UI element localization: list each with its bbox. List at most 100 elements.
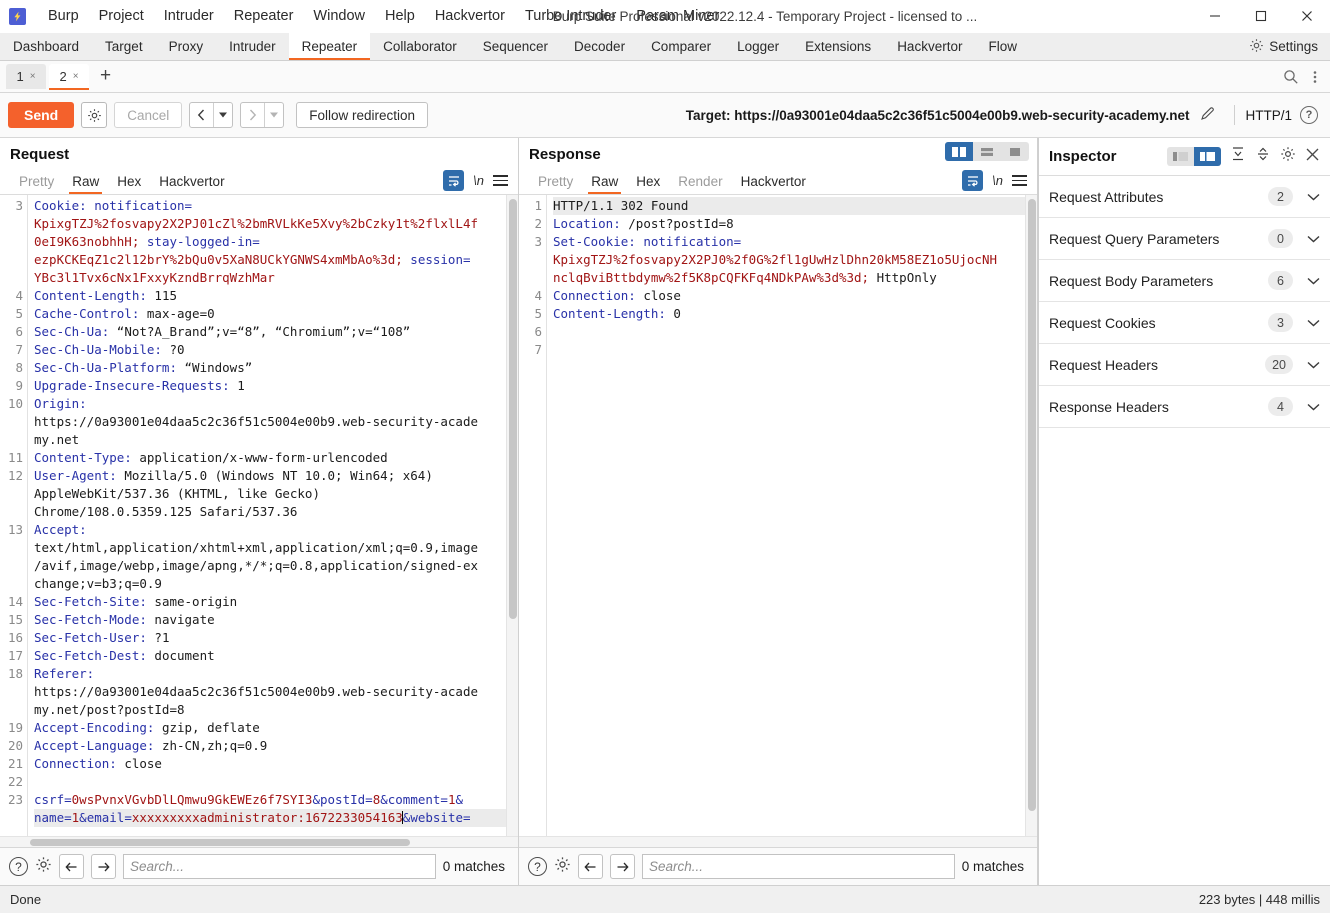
send-options-gear-icon[interactable] <box>81 102 108 128</box>
code-line[interactable]: my.net/post?postId=8 <box>34 701 512 719</box>
code-line[interactable]: AppleWebKit/537.36 (KHTML, like Gecko) <box>34 485 512 503</box>
search-prev-button[interactable] <box>59 854 84 879</box>
maximize-button[interactable] <box>1238 0 1284 33</box>
tab-target[interactable]: Target <box>92 33 156 60</box>
inspector-left-layout-icon[interactable] <box>1167 147 1194 166</box>
gear-icon[interactable] <box>1280 146 1296 167</box>
code-line[interactable]: csrf=0wsPvnxVGvbDlLQmwu9GkEWEz6f7SYI3&po… <box>34 791 512 809</box>
code-line[interactable]: Cache-Control: max-age=0 <box>34 305 512 323</box>
kebab-menu-icon[interactable] <box>1306 69 1324 85</box>
code-line[interactable]: https://0a93001e04daa5c2c36f51c5004e00b9… <box>34 413 512 431</box>
code-line[interactable]: KpixgTZJ%2fosvapy2X2PJ01cZl%2bmRVLkKe5Xv… <box>34 215 512 233</box>
gear-icon[interactable] <box>554 856 571 878</box>
repeater-tab-1-close-icon[interactable]: × <box>30 71 36 82</box>
tab-dashboard[interactable]: Dashboard <box>0 33 92 60</box>
code-line[interactable]: Sec-Fetch-Mode: navigate <box>34 611 512 629</box>
menu-item-window[interactable]: Window <box>303 4 375 28</box>
history-forward-caret-icon[interactable] <box>265 103 283 127</box>
pencil-edit-icon[interactable] <box>1199 105 1216 125</box>
chevron-down-icon[interactable] <box>1307 361 1320 369</box>
history-forward-split-button[interactable] <box>240 102 285 128</box>
settings-button[interactable]: Settings <box>1241 33 1330 60</box>
hamburger-menu-icon[interactable] <box>493 174 508 187</box>
history-forward-arrow-icon[interactable] <box>241 103 264 127</box>
add-repeater-tab-button[interactable]: + <box>92 66 119 88</box>
search-input[interactable] <box>642 854 955 879</box>
expand-all-icon[interactable] <box>1230 146 1246 167</box>
code-line[interactable]: Set-Cookie: notification= <box>553 233 1031 251</box>
search-next-button[interactable] <box>91 854 116 879</box>
code-line[interactable] <box>34 773 512 791</box>
request-hscroll-thumb[interactable] <box>30 839 410 846</box>
help-circle-icon[interactable]: ? <box>9 857 28 876</box>
code-line[interactable]: Accept-Language: zh-CN,zh;q=0.9 <box>34 737 512 755</box>
repeater-tab-2[interactable]: 2 × <box>49 64 89 90</box>
split-vertical-icon[interactable] <box>945 142 973 161</box>
code-line[interactable]: Sec-Fetch-User: ?1 <box>34 629 512 647</box>
response-tab-pretty[interactable]: Pretty <box>529 174 582 194</box>
tab-sequencer[interactable]: Sequencer <box>470 33 561 60</box>
menu-item-repeater[interactable]: Repeater <box>224 4 304 28</box>
close-button[interactable] <box>1284 0 1330 33</box>
response-tab-raw[interactable]: Raw <box>582 174 627 194</box>
code-line[interactable]: Accept-Encoding: gzip, deflate <box>34 719 512 737</box>
code-line[interactable]: nclqBviBttbdymw%2f5K8pCQFKFq4NDkPAw%3d%3… <box>553 269 1031 287</box>
code-line[interactable]: Content-Length: 115 <box>34 287 512 305</box>
menu-item-intruder[interactable]: Intruder <box>154 4 224 28</box>
code-line[interactable]: Sec-Ch-Ua-Mobile: ?0 <box>34 341 512 359</box>
code-line[interactable]: https://0a93001e04daa5c2c36f51c5004e00b9… <box>34 683 512 701</box>
tab-repeater[interactable]: Repeater <box>288 33 371 60</box>
menu-item-hackvertor[interactable]: Hackvertor <box>425 4 515 28</box>
code-line[interactable] <box>553 341 1031 359</box>
code-line[interactable] <box>553 323 1031 341</box>
response-horizontal-scrollbar[interactable] <box>519 836 1037 847</box>
code-line[interactable]: Sec-Fetch-Site: same-origin <box>34 593 512 611</box>
response-code[interactable]: HTTP/1.1 302 Found Location: /post?postId… <box>547 195 1037 836</box>
newline-toggle[interactable]: \n <box>992 173 1003 188</box>
chevron-down-icon[interactable] <box>1307 193 1320 201</box>
code-line[interactable]: User-Agent: Mozilla/5.0 (Windows NT 10.0… <box>34 467 512 485</box>
inspector-section-request-attributes[interactable]: Request Attributes 2 <box>1039 176 1330 218</box>
cancel-button[interactable]: Cancel <box>114 102 183 128</box>
chevron-down-icon[interactable] <box>1307 319 1320 327</box>
tab-intruder[interactable]: Intruder <box>216 33 289 60</box>
line-wrap-icon[interactable] <box>962 170 984 191</box>
code-line[interactable]: Referer: <box>34 665 512 683</box>
response-tab-render[interactable]: Render <box>669 174 731 194</box>
chevron-down-icon[interactable] <box>1307 403 1320 411</box>
tab-flow[interactable]: Flow <box>975 33 1030 60</box>
menu-item-help[interactable]: Help <box>375 4 425 28</box>
response-scroll-thumb[interactable] <box>1028 199 1036 811</box>
code-line[interactable]: Sec-Ch-Ua: “Not?A_Brand”;v=“8”, “Chromiu… <box>34 323 512 341</box>
code-line[interactable]: KpixgTZJ%2fosvapy2X2PJ0%2f0G%2fl1gUwHzlD… <box>553 251 1031 269</box>
code-line[interactable]: my.net <box>34 431 512 449</box>
tab-comparer[interactable]: Comparer <box>638 33 724 60</box>
code-line[interactable]: Accept: <box>34 521 512 539</box>
request-horizontal-scrollbar[interactable] <box>0 836 518 847</box>
request-editor[interactable]: 3 4 5 6 7 8 9 10 11 12 13 14 15 16 17 18 19 20 21 22 23 Cook… <box>0 194 518 836</box>
repeater-tab-2-close-icon[interactable]: × <box>73 71 79 82</box>
code-line[interactable]: Content-Type: application/x-www-form-url… <box>34 449 512 467</box>
line-wrap-icon[interactable] <box>443 170 465 191</box>
code-line[interactable]: Location: /post?postId=8 <box>553 215 1031 233</box>
minimize-button[interactable] <box>1192 0 1238 33</box>
search-next-button[interactable] <box>610 854 635 879</box>
menu-item-project[interactable]: Project <box>89 4 154 28</box>
chevron-down-icon[interactable] <box>1307 277 1320 285</box>
follow-redirection-button[interactable]: Follow redirection <box>296 102 429 128</box>
code-line[interactable]: Content-Length: 0 <box>553 305 1031 323</box>
response-vertical-scrollbar[interactable] <box>1025 195 1037 836</box>
history-back-split-button[interactable] <box>189 102 234 128</box>
menu-item-param-miner[interactable]: Param Miner <box>626 4 729 28</box>
request-scroll-thumb[interactable] <box>509 199 517 619</box>
tab-hackvertor[interactable]: Hackvertor <box>884 33 975 60</box>
tab-proxy[interactable]: Proxy <box>156 33 217 60</box>
code-line[interactable]: Origin: <box>34 395 512 413</box>
menu-item-burp[interactable]: Burp <box>38 4 89 28</box>
code-line[interactable]: 0eI9K63nobhhH; stay-logged-in= <box>34 233 512 251</box>
chevron-down-icon[interactable] <box>1307 235 1320 243</box>
search-prev-button[interactable] <box>578 854 603 879</box>
code-line[interactable]: Upgrade-Insecure-Requests: 1 <box>34 377 512 395</box>
request-tab-hex[interactable]: Hex <box>108 174 150 194</box>
history-back-arrow-icon[interactable] <box>190 103 213 127</box>
